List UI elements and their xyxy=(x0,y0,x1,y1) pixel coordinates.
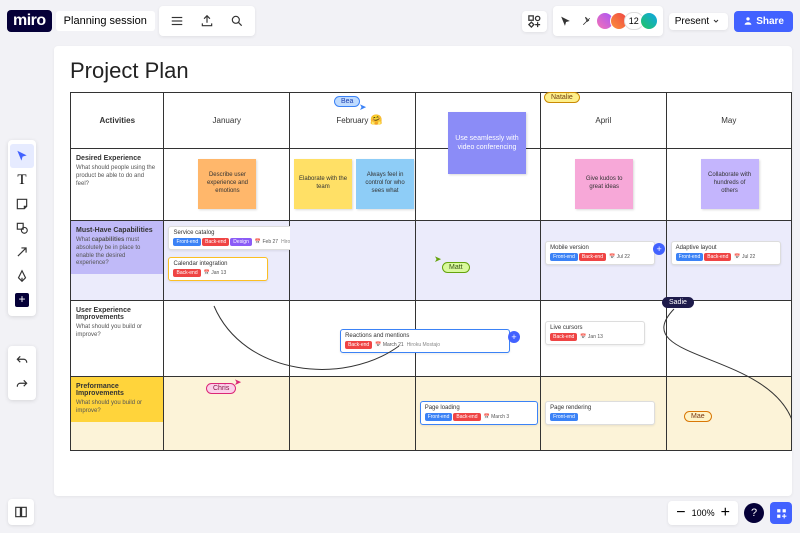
board-title: Project Plan xyxy=(70,58,189,84)
pen-tool[interactable] xyxy=(10,264,34,288)
arrow-tool[interactable] xyxy=(10,240,34,264)
select-tool[interactable] xyxy=(10,144,34,168)
row-header: Preformance ImprovementsWhat should you … xyxy=(71,377,163,422)
present-button[interactable]: Present xyxy=(669,13,728,30)
row-header: Must-Have CapabilitiesWhat capabilities … xyxy=(71,221,163,274)
present-label: Present xyxy=(675,16,709,27)
task-card[interactable]: Live cursors Back-end📅 Jan 13 xyxy=(545,321,645,345)
sticky-note[interactable]: Collaborate with hundreds of others xyxy=(701,159,759,209)
undo-button[interactable] xyxy=(10,349,34,373)
row-header: Desired ExperienceWhat should people usi… xyxy=(71,149,163,194)
text-tool[interactable]: T xyxy=(10,168,34,192)
sticky-note[interactable]: Always feel in control for who sees what xyxy=(356,159,414,209)
sticky-note[interactable]: Describe user experience and emotions xyxy=(198,159,256,209)
hide-cursors-icon[interactable] xyxy=(579,9,595,33)
top-bar: miro Planning session 12 Present Share xyxy=(7,7,793,35)
month-header: January xyxy=(164,93,290,149)
month-header: May xyxy=(666,93,791,149)
task-card[interactable]: Page loading Front-endBack-end📅 March 3 xyxy=(420,401,538,425)
collaborator-cursor: Chris xyxy=(206,383,236,394)
cursor-arrow-icon: ➤ xyxy=(234,377,242,388)
activities-header: Activities xyxy=(71,93,164,149)
collaborator-cursor: Natalie xyxy=(544,92,580,103)
sticky-note[interactable]: Elaborate with the team xyxy=(294,159,352,209)
export-icon[interactable] xyxy=(195,9,219,33)
add-card-button[interactable]: + xyxy=(653,243,665,255)
sticky-note[interactable]: Give kudos to great ideas xyxy=(575,159,633,209)
sticky-note[interactable]: Use seamlessly with video conferencing xyxy=(448,112,526,174)
collaborator-avatars[interactable]: 12 xyxy=(600,12,658,30)
share-button[interactable]: Share xyxy=(734,11,793,32)
undo-redo-panel xyxy=(8,346,36,400)
collaborator-cursor: Mae xyxy=(684,411,712,422)
row-header: User Experience ImprovementsWhat should … xyxy=(71,301,163,346)
left-toolbar: T + xyxy=(8,140,36,316)
redo-button[interactable] xyxy=(10,373,34,397)
task-card[interactable]: Adaptive layout Front-endBack-end📅 Jul 2… xyxy=(671,241,781,265)
apps-button[interactable] xyxy=(522,11,547,32)
frames-button[interactable] xyxy=(8,499,34,525)
search-icon[interactable] xyxy=(225,9,249,33)
cursor-icon[interactable] xyxy=(558,9,574,33)
top-right: 12 Present Share xyxy=(522,6,793,36)
cursor-arrow-icon: ➤ xyxy=(434,254,442,265)
task-card[interactable]: Mobile version Front-endBack-end📅 Jul 22 xyxy=(545,241,655,265)
zoom-out-button[interactable]: − xyxy=(676,504,685,522)
task-card[interactable]: Calendar integration Back-end📅 Jan 13 xyxy=(168,257,268,281)
hamburger-icon[interactable] xyxy=(165,9,189,33)
plan-grid: Activities January February🤗 March April… xyxy=(70,92,792,451)
board-name[interactable]: Planning session xyxy=(56,11,155,31)
share-label: Share xyxy=(756,16,784,27)
collaborator-cursor: Sadie xyxy=(662,297,694,308)
zoom-level[interactable]: 100% xyxy=(692,508,715,518)
zoom-in-button[interactable]: + xyxy=(721,504,730,522)
sticky-tool[interactable] xyxy=(10,192,34,216)
miro-logo[interactable]: miro xyxy=(7,10,52,32)
add-tool[interactable]: + xyxy=(10,288,34,312)
collaborator-cursor: Matt xyxy=(442,262,470,273)
avatar[interactable] xyxy=(640,12,658,30)
help-button[interactable]: ? xyxy=(744,503,764,523)
task-card[interactable]: Page rendering Front-end xyxy=(545,401,655,425)
board-canvas[interactable]: Project Plan Activities January February… xyxy=(54,46,792,496)
cursor-arrow-icon: ➤ xyxy=(359,102,367,113)
emoji-reaction: 🤗 xyxy=(370,115,382,126)
shape-tool[interactable] xyxy=(10,216,34,240)
top-left: miro Planning session xyxy=(7,6,255,36)
reactions-button[interactable] xyxy=(770,502,792,524)
collaborator-cursor: Bea xyxy=(334,96,360,107)
bottom-right-controls: − 100% + ? xyxy=(668,501,792,525)
